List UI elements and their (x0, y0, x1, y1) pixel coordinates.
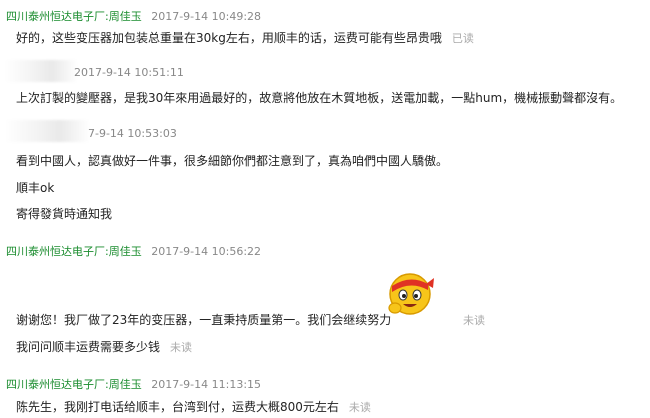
read-status: 未读 (170, 341, 193, 354)
sender-name[interactable]: 四川泰州恒达电子厂:周佳玉 (6, 10, 142, 23)
message-text: 陈先生，我刚打电话给顺丰，台湾到付，运费大概800元左右 未读 (16, 398, 371, 415)
message-header: 2017-9-14 10:51:11 (74, 66, 184, 79)
redacted-name (4, 120, 90, 142)
message-time: 2017-9-14 10:56:22 (151, 245, 262, 258)
redacted-name (4, 60, 78, 82)
message-header: 7-9-14 10:53:03 (88, 127, 177, 140)
message-time: 2017-9-14 11:13:15 (151, 378, 262, 391)
message-line: 好的，这些变压器加包装总重量在30kg左右，用顺丰的话，运费可能有些昂贵哦 (16, 31, 442, 45)
message-line: 我问问顺丰运费需要多少钱 (16, 340, 161, 354)
message-time: 2017-9-14 10:49:28 (151, 10, 262, 23)
message-header: 四川泰州恒达电子厂:周佳玉 2017-9-14 10:49:28 (6, 8, 261, 24)
message-line: 寄得發貨時通知我 (16, 207, 113, 221)
sender-name[interactable]: 四川泰州恒达电子厂:周佳玉 (6, 378, 142, 391)
read-status: 未读 (463, 314, 485, 327)
message-text: 順丰ok (16, 179, 54, 196)
message-header: 四川泰州恒达电子厂:周佳玉 2017-9-14 10:56:22 (6, 243, 261, 259)
message-line: 上次訂製的變壓器，是我30年來用過最好的，故意將他放在木質地板，送電加載，一點h… (16, 91, 623, 105)
message-time: 2017-9-14 10:51:11 (74, 66, 184, 79)
message-line: 順丰ok (16, 181, 55, 195)
message-text: 好的，这些变压器加包装总重量在30kg左右，用顺丰的话，运费可能有些昂贵哦 已读 (16, 29, 474, 46)
message-header: 四川泰州恒达电子厂:周佳玉 2017-9-14 11:13:15 (6, 376, 261, 392)
message-line: 谢谢您！我厂做了23年的变压器，一直秉持质量第一。我们会继续努力 (16, 313, 392, 327)
message-line: 看到中國人，認真做好一件事，很多細節你們都注意到了，真為咱們中國人驕傲。 (16, 154, 449, 168)
message-line: 陈先生，我刚打电话给顺丰，台湾到付，运费大概800元左右 (16, 400, 339, 414)
message-text: 上次訂製的變壓器，是我30年來用過最好的，故意將他放在木質地板，送電加載，一點h… (16, 89, 622, 106)
strong-emoji-icon (388, 273, 434, 315)
message-time: 7-9-14 10:53:03 (88, 127, 177, 140)
read-status: 未读 (348, 401, 371, 414)
message-text: 寄得發貨時通知我 (16, 205, 112, 222)
message-text: 谢谢您！我厂做了23年的变压器，一直秉持质量第一。我们会继续努力 (16, 311, 391, 328)
read-status: 已读 (451, 32, 474, 45)
sender-name[interactable]: 四川泰州恒达电子厂:周佳玉 (6, 245, 142, 258)
message-text: 看到中國人，認真做好一件事，很多細節你們都注意到了，真為咱們中國人驕傲。 (16, 152, 448, 169)
message-text: 我问问顺丰运费需要多少钱 未读 (16, 338, 192, 355)
